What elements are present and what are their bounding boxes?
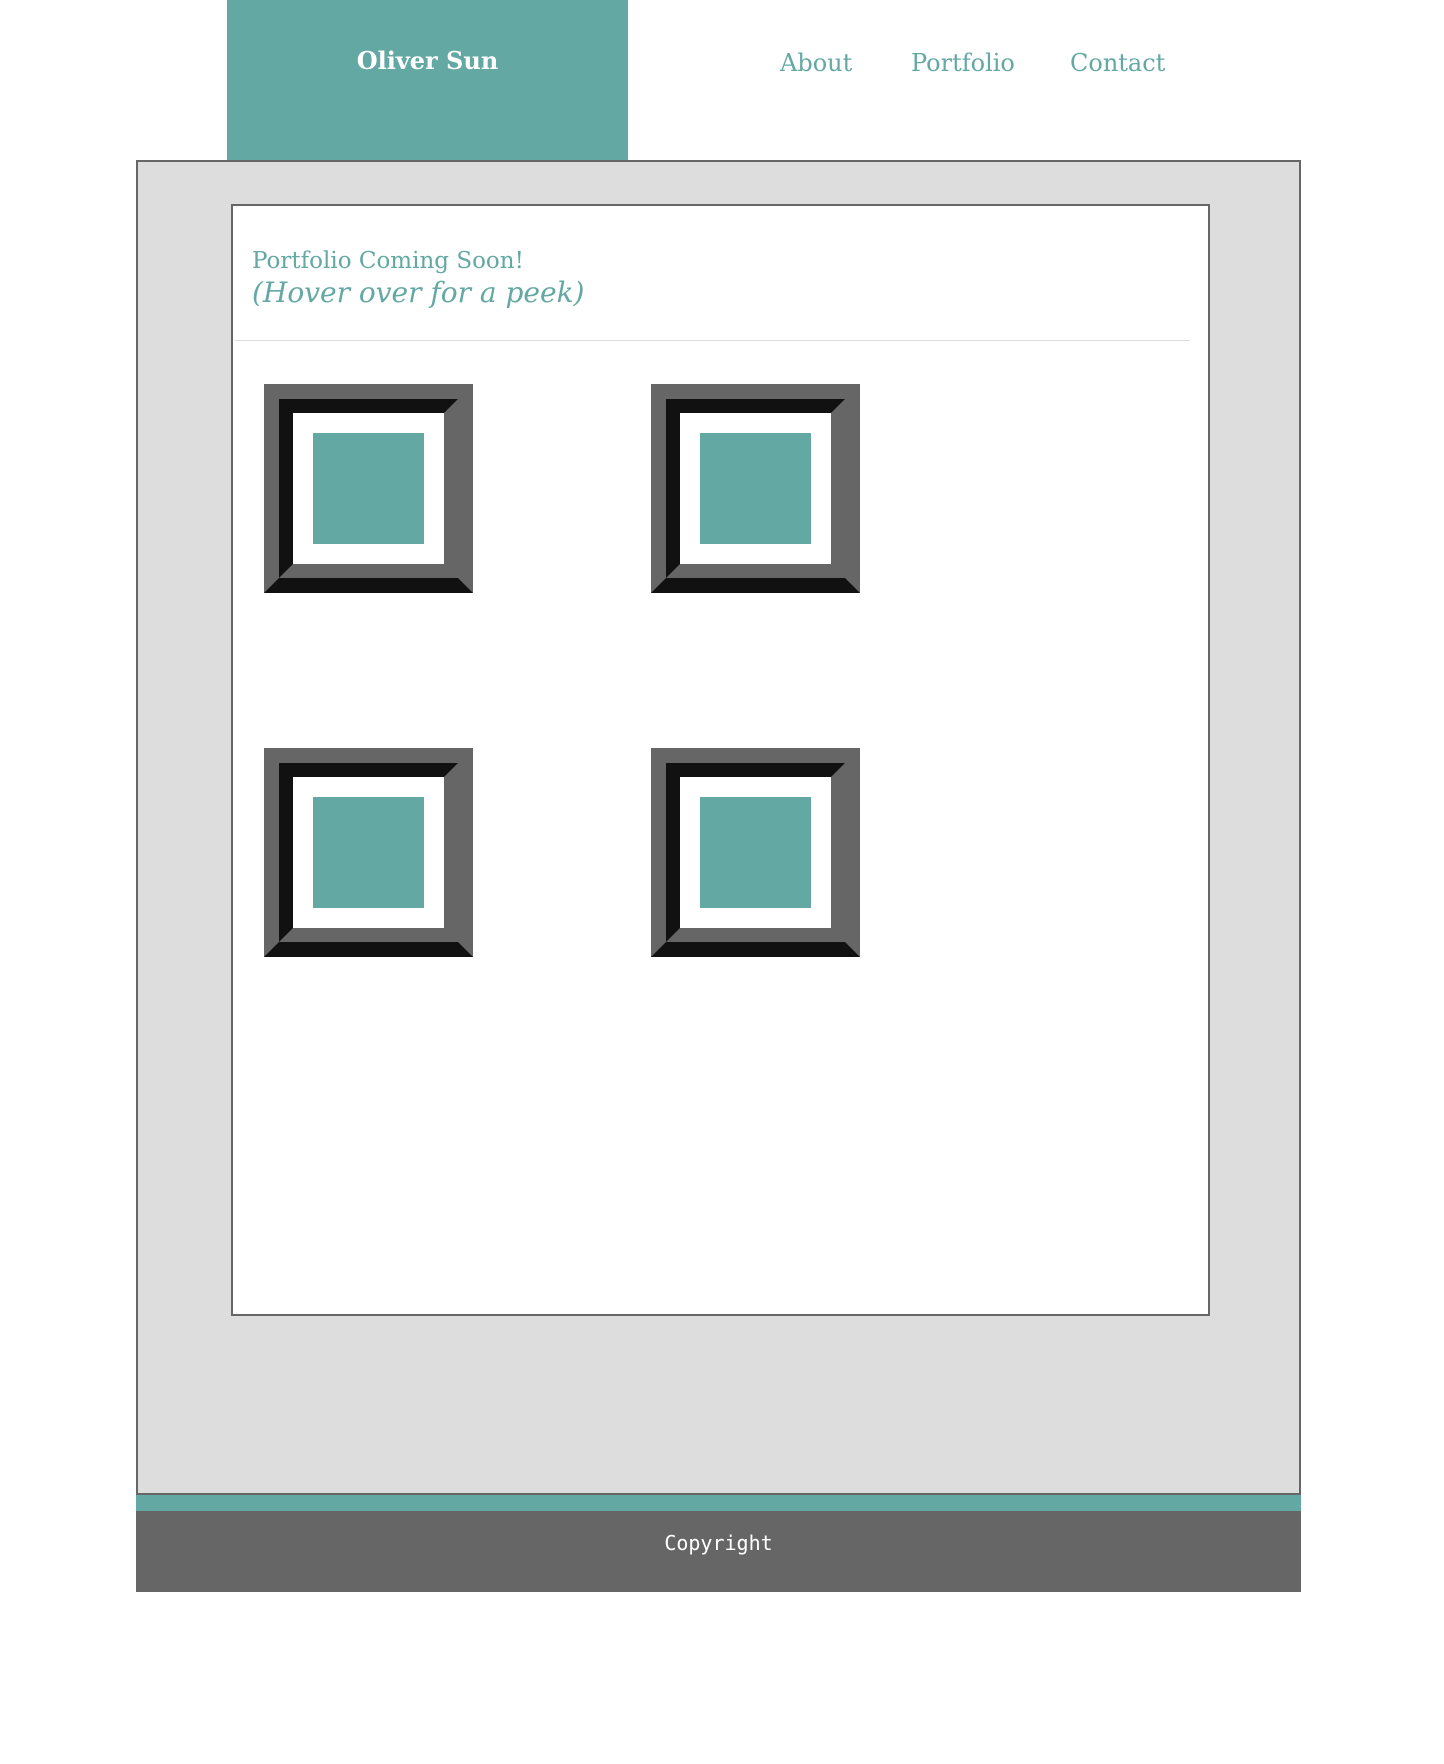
frame-image-placeholder: [313, 797, 424, 908]
frame-image-placeholder: [313, 433, 424, 544]
nav-link-about[interactable]: About: [780, 49, 852, 77]
copyright-text: Copyright: [664, 1531, 773, 1555]
page-title: Portfolio Coming Soon!: [252, 248, 524, 274]
main-wrapper: Portfolio Coming Soon! (Hover over for a…: [136, 160, 1301, 1495]
nav-link-portfolio[interactable]: Portfolio: [911, 49, 1015, 77]
frame-image-placeholder: [700, 433, 811, 544]
frame-image-placeholder: [700, 797, 811, 908]
content-panel: Portfolio Coming Soon! (Hover over for a…: [231, 204, 1210, 1316]
heading-divider: [235, 340, 1190, 341]
portfolio-frame-3[interactable]: [264, 748, 473, 957]
brand-name[interactable]: Oliver Sun: [227, 46, 628, 75]
portfolio-heading: Portfolio Coming Soon! (Hover over for a…: [252, 246, 584, 310]
brand-block: Oliver Sun: [227, 0, 628, 160]
footer-accent-stripe: [136, 1495, 1301, 1511]
nav-link-contact[interactable]: Contact: [1070, 49, 1165, 77]
portfolio-frame-2[interactable]: [651, 384, 860, 593]
portfolio-frame-1[interactable]: [264, 384, 473, 593]
site-footer: Copyright: [136, 1511, 1301, 1592]
portfolio-frame-4[interactable]: [651, 748, 860, 957]
page-subtitle: (Hover over for a peek): [252, 276, 585, 309]
